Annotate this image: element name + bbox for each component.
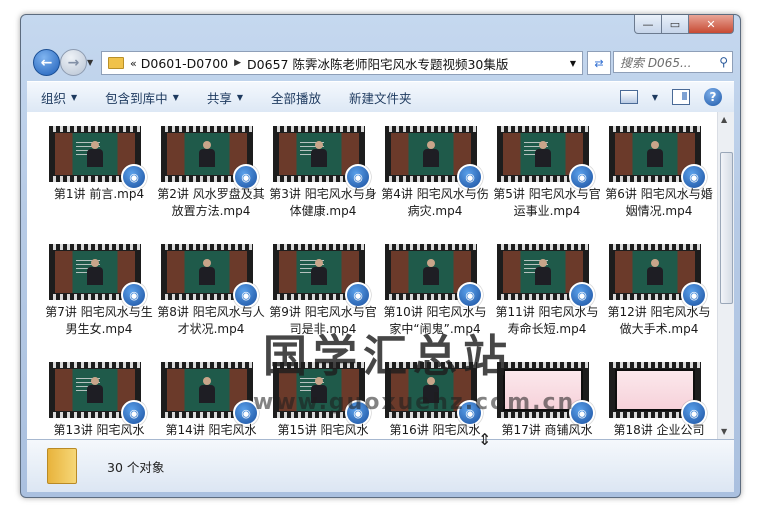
file-name: 第7讲 阳宅风水与生男生女.mp4 xyxy=(45,305,153,336)
film-sprocket xyxy=(49,362,141,368)
file-name: 第12讲 阳宅风水与做大手术.mp4 xyxy=(607,305,711,336)
toolbar-right: ▼ ? xyxy=(619,88,734,106)
film-sprocket xyxy=(273,244,365,250)
item-count: 30 个对象 xyxy=(107,459,165,475)
film-sprocket xyxy=(609,126,701,132)
film-sprocket xyxy=(497,244,589,250)
file-name: 第17讲 商铺风水 xyxy=(501,423,593,437)
chevron-down-icon: ▼ xyxy=(87,58,94,67)
details-pane: 30 个对象 xyxy=(27,439,734,492)
file-name: 第6讲 阳宅风水与婚姻情况.mp4 xyxy=(605,187,713,218)
lecturer-figure xyxy=(87,259,103,286)
navigation-bar: ← → ▼ « D0601-D0700 ▶ D0657 陈霁冰陈老师阳宅风水专题… xyxy=(27,45,734,79)
include-library-label: 包含到库中 xyxy=(105,90,168,106)
lecturer-figure xyxy=(423,141,439,168)
scroll-up-icon[interactable]: ▲ xyxy=(721,115,727,124)
chevron-down-icon: ▼ xyxy=(71,92,78,102)
file-name: 第5讲 阳宅风水与官运事业.mp4 xyxy=(493,187,601,218)
file-name: 第3讲 阳宅风水与身体健康.mp4 xyxy=(269,187,377,218)
breadcrumb-separator-icon[interactable]: ▶ xyxy=(234,58,241,68)
film-sprocket xyxy=(273,126,365,132)
file-name: 第15讲 阳宅风水 xyxy=(277,423,369,437)
organize-button[interactable]: 组织 ▼ xyxy=(27,82,91,112)
file-name: 第16讲 阳宅风水 xyxy=(389,423,481,437)
play-all-label: 全部播放 xyxy=(271,90,322,106)
lecturer-figure xyxy=(199,141,215,168)
film-sprocket xyxy=(161,126,253,132)
folder-icon xyxy=(47,448,77,484)
film-sprocket xyxy=(497,126,589,132)
caption-buttons: — ▭ ✕ xyxy=(634,15,734,34)
breadcrumb-part-2[interactable]: D0657 陈霁冰陈老师阳宅风水专题视频30集版 xyxy=(247,54,508,73)
resize-cursor-icon: ⇕ xyxy=(478,430,492,449)
address-bar[interactable]: « D0601-D0700 ▶ D0657 陈霁冰陈老师阳宅风水专题视频30集版… xyxy=(101,51,583,75)
back-button[interactable]: ← xyxy=(33,49,60,76)
organize-label: 组织 xyxy=(41,90,67,106)
file-name: 第2讲 风水罗盘及其放置方法.mp4 xyxy=(157,187,265,218)
forward-button[interactable]: → xyxy=(60,49,87,76)
search-placeholder: 搜索 D065... xyxy=(620,55,692,70)
scrollbar-thumb[interactable] xyxy=(720,152,733,304)
command-bar: 组织 ▼ 包含到库中 ▼ 共享 ▼ 全部播放 新建文件夹 ▼ ? xyxy=(27,81,734,113)
play-all-button[interactable]: 全部播放 xyxy=(257,82,335,112)
arrow-right-icon: → xyxy=(67,54,80,71)
help-icon[interactable]: ? xyxy=(704,88,722,106)
lecturer-figure xyxy=(647,259,663,286)
share-button[interactable]: 共享 ▼ xyxy=(193,82,257,112)
address-overflow[interactable]: « xyxy=(130,57,137,70)
watermark-text: 国学汇总站 xyxy=(263,331,513,382)
file-name: 第4讲 阳宅风水与伤病灾.mp4 xyxy=(381,187,489,218)
folder-icon xyxy=(108,57,124,69)
lecturer-figure xyxy=(535,259,551,286)
preview-pane-icon[interactable] xyxy=(672,89,690,105)
film-sprocket xyxy=(609,244,701,250)
film-sprocket xyxy=(609,362,701,368)
lecturer-figure xyxy=(87,141,103,168)
maximize-button[interactable]: ▭ xyxy=(662,15,689,34)
recent-pages-dropdown[interactable]: ▼ xyxy=(87,58,93,67)
vertical-scrollbar[interactable]: ▲ ▼ xyxy=(717,112,734,439)
film-sprocket xyxy=(49,126,141,132)
lecturer-figure xyxy=(647,141,663,168)
lecturer-figure xyxy=(87,377,103,404)
share-label: 共享 xyxy=(206,90,232,106)
film-sprocket xyxy=(49,244,141,250)
lecturer-figure xyxy=(423,259,439,286)
chevron-down-icon: ▼ xyxy=(172,92,179,102)
new-folder-label: 新建文件夹 xyxy=(349,90,412,106)
chevron-down-icon: ▼ xyxy=(236,92,244,102)
lecturer-figure xyxy=(535,141,551,168)
file-name: 第18讲 企业公司 xyxy=(613,423,705,437)
minimize-button[interactable]: — xyxy=(634,15,662,34)
film-sprocket xyxy=(385,126,477,132)
file-name: 第8讲 阳宅风水与人才状况.mp4 xyxy=(157,305,265,336)
address-dropdown-icon[interactable]: ▼ xyxy=(570,59,576,68)
close-button[interactable]: ✕ xyxy=(689,15,734,34)
lecturer-figure xyxy=(311,259,327,286)
new-folder-button[interactable]: 新建文件夹 xyxy=(335,82,426,112)
watermark-url: www.guoxuehz.com.cn xyxy=(253,390,576,415)
change-view-icon[interactable] xyxy=(619,90,638,104)
lecturer-figure xyxy=(199,259,215,286)
film-sprocket xyxy=(385,244,477,250)
film-sprocket xyxy=(161,244,253,250)
refresh-button[interactable]: ⇄ xyxy=(587,51,611,75)
view-options-chevron-icon[interactable]: ▼ xyxy=(652,93,658,102)
file-list-area: ◉ 第1讲 前言.mp4 ◉ 第2讲 风水罗盘及其放置方法.mp4 ◉ 第3讲 阳宅风水与… xyxy=(27,112,734,439)
file-name: 第1讲 前言.mp4 xyxy=(53,187,145,201)
film-sprocket xyxy=(161,362,253,368)
lecturer-figure xyxy=(199,377,215,404)
file-name: 第14讲 阳宅风水 xyxy=(165,423,257,437)
refresh-icon: ⇄ xyxy=(594,56,604,70)
include-in-library-button[interactable]: 包含到库中 ▼ xyxy=(91,82,193,112)
search-icon[interactable]: ⚲ xyxy=(719,55,728,69)
breadcrumb-part-1[interactable]: D0601-D0700 xyxy=(141,56,228,71)
arrow-left-icon: ← xyxy=(40,54,53,71)
scroll-down-icon[interactable]: ▼ xyxy=(721,427,727,436)
file-name: 第13讲 阳宅风水 xyxy=(53,423,145,437)
explorer-window: — ▭ ✕ ← → ▼ « D0601-D0700 ▶ D0657 陈霁冰陈老师… xyxy=(20,14,741,498)
lecturer-figure xyxy=(311,141,327,168)
search-input[interactable]: 搜索 D065... ⚲ xyxy=(613,51,733,73)
